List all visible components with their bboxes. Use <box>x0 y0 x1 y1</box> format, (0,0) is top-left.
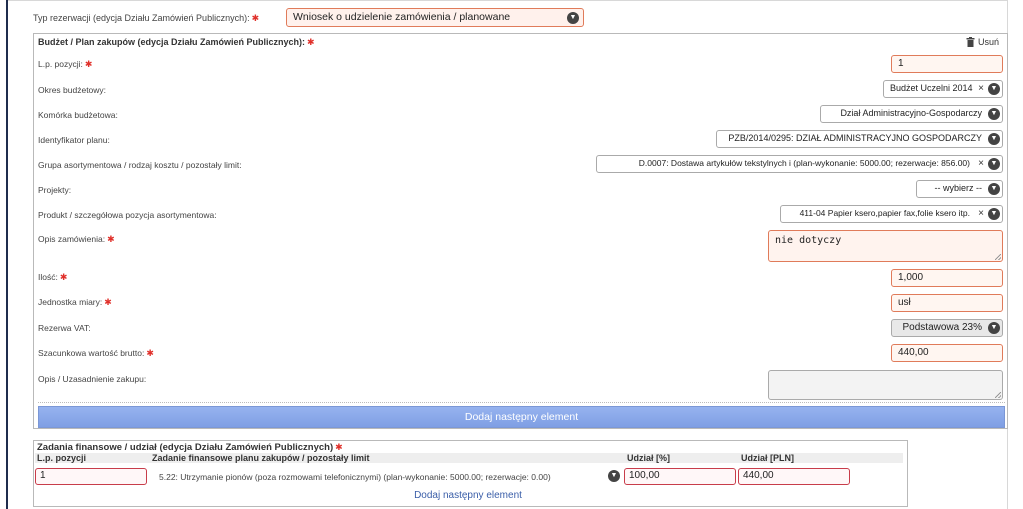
produkt-select[interactable]: 411-04 Papier ksero,papier fax,folie kse… <box>780 205 1003 223</box>
ilosc-label: Ilość: ✱ <box>38 272 68 282</box>
required-icon: ✱ <box>107 234 115 244</box>
grupa-value: D.0007: Dostawa artykułów tekstylnych i … <box>638 158 970 168</box>
projekty-label: Projekty: <box>38 185 72 195</box>
trash-icon <box>966 37 975 47</box>
col-udzial-pln: Udział [PLN] <box>741 453 794 463</box>
reservation-type-select[interactable]: Wniosek o udzielenie zamówienia / planow… <box>286 8 584 27</box>
task-udzial-pct-input[interactable]: 100,00 <box>624 468 736 485</box>
reservation-type-row: Typ rezerwacji (edycja Działu Zamówień P… <box>33 8 259 28</box>
col-zadanie: Zadanie finansowe planu zakupów / pozost… <box>152 453 370 463</box>
chevron-down-icon: ▼ <box>988 133 1000 145</box>
resize-handle-icon[interactable] <box>995 254 1001 260</box>
produkt-value: 411-04 Papier ksero,papier fax,folie kse… <box>799 208 970 218</box>
okres-value: Budżet Uczelni 2014 <box>890 83 973 93</box>
required-icon: ✱ <box>251 12 260 23</box>
task-udzial-pln-input[interactable]: 440,00 <box>738 468 850 485</box>
resize-handle-icon[interactable] <box>995 392 1001 398</box>
uzasadnienie-label: Opis / Uzasadnienie zakupu: <box>38 374 147 384</box>
opis-label: Opis zamówienia: ✱ <box>38 234 115 244</box>
chevron-down-icon: ▼ <box>988 322 1000 334</box>
jednostka-input[interactable]: usł <box>891 294 1003 312</box>
wartosc-label: Szacunkowa wartość brutto: ✱ <box>38 348 154 358</box>
chevron-down-icon: ▼ <box>988 108 1000 120</box>
chevron-down-icon[interactable]: ▼ <box>608 470 620 482</box>
tasks-title-text: Zadania finansowe / udział (edycja Dział… <box>37 442 334 453</box>
task-zadanie-text: 5.22: Utrzymanie pionów (poza rozmowami … <box>159 472 551 482</box>
required-icon: ✱ <box>335 442 343 452</box>
tasks-table-header: L.p. pozycji Zadanie finansowe planu zak… <box>35 453 903 463</box>
chevron-down-icon: ▼ <box>567 12 579 24</box>
required-icon: ✱ <box>59 272 68 282</box>
produkt-label: Produkt / szczegółowa pozycja asortyment… <box>38 210 217 220</box>
chevron-down-icon: ▼ <box>988 183 1000 195</box>
opis-value: nie dotyczy <box>775 235 842 246</box>
opis-textarea[interactable]: nie dotyczy <box>768 230 1003 262</box>
komorka-label: Komórka budżetowa: <box>38 110 118 120</box>
grupa-select[interactable]: D.0007: Dostawa artykułów tekstylnych i … <box>596 155 1003 173</box>
grupa-label: Grupa asortymentowa / rodzaj kosztu / po… <box>38 160 242 170</box>
required-icon: ✱ <box>146 348 154 358</box>
col-lp: L.p. pozycji <box>37 453 87 463</box>
remove-label: Usuń <box>977 37 999 47</box>
budget-section: Budżet / Plan zakupów (edycja Działu Zam… <box>33 33 1008 429</box>
chevron-down-icon: ▼ <box>988 83 1000 95</box>
page-left-border <box>6 0 8 509</box>
page-top-border <box>8 0 1008 1</box>
tasks-section: Zadania finansowe / udział (edycja Dział… <box>33 440 908 507</box>
add-next-task-link[interactable]: Dodaj następny element <box>34 490 902 501</box>
vat-select[interactable]: Podstawowa 23% ▼ <box>891 319 1003 337</box>
komorka-value: Dział Administracyjno-Gospodarczy <box>840 108 982 118</box>
task-lp-input[interactable]: 1 <box>35 468 147 485</box>
clear-icon[interactable]: × <box>978 83 984 94</box>
remove-button[interactable]: Usuń <box>966 37 999 47</box>
identyfikator-select[interactable]: PZB/2014/0295: DZIAŁ ADMINISTRACYJNO GOS… <box>716 130 1003 148</box>
chevron-down-icon: ▼ <box>988 158 1000 170</box>
required-icon: ✱ <box>104 297 112 307</box>
vat-label: Rezerwa VAT: <box>38 323 91 333</box>
budget-title-text: Budżet / Plan zakupów (edycja Działu Zam… <box>38 37 306 47</box>
jednostka-label: Jednostka miary: ✱ <box>38 297 112 307</box>
required-icon: ✱ <box>307 37 315 47</box>
add-next-element-button[interactable]: Dodaj następny element <box>38 406 1005 428</box>
divider <box>38 402 1005 403</box>
wartosc-input[interactable]: 440,00 <box>891 344 1003 362</box>
okres-select[interactable]: Budżet Uczelni 2014 × ▼ <box>883 80 1003 98</box>
clear-icon[interactable]: × <box>978 208 984 219</box>
identyfikator-value: PZB/2014/0295: DZIAŁ ADMINISTRACYJNO GOS… <box>728 133 982 143</box>
projekty-select[interactable]: -- wybierz -- ▼ <box>916 180 1003 198</box>
identyfikator-label: Identyfikator planu: <box>38 135 110 145</box>
vat-value: Podstawowa 23% <box>902 322 983 333</box>
tasks-section-title: Zadania finansowe / udział (edycja Dział… <box>37 442 343 453</box>
ilosc-input[interactable]: 1,000 <box>891 269 1003 287</box>
uzasadnienie-textarea[interactable] <box>768 370 1003 400</box>
lp-label: L.p. pozycji: ✱ <box>38 59 93 69</box>
reservation-type-value: Wniosek o udzielenie zamówienia / planow… <box>293 11 511 23</box>
required-icon: ✱ <box>84 59 93 69</box>
okres-label: Okres budżetowy: <box>38 85 107 95</box>
lp-input[interactable]: 1 <box>891 55 1003 73</box>
budget-section-title: Budżet / Plan zakupów (edycja Działu Zam… <box>38 37 315 48</box>
projekty-value: -- wybierz -- <box>934 183 983 193</box>
col-udzial-pct: Udział [%] <box>627 453 671 463</box>
chevron-down-icon: ▼ <box>988 208 1000 220</box>
clear-icon[interactable]: × <box>978 158 984 169</box>
reservation-type-label: Typ rezerwacji (edycja Działu Zamówień P… <box>33 13 250 23</box>
komorka-select[interactable]: Dział Administracyjno-Gospodarczy ▼ <box>820 105 1003 123</box>
